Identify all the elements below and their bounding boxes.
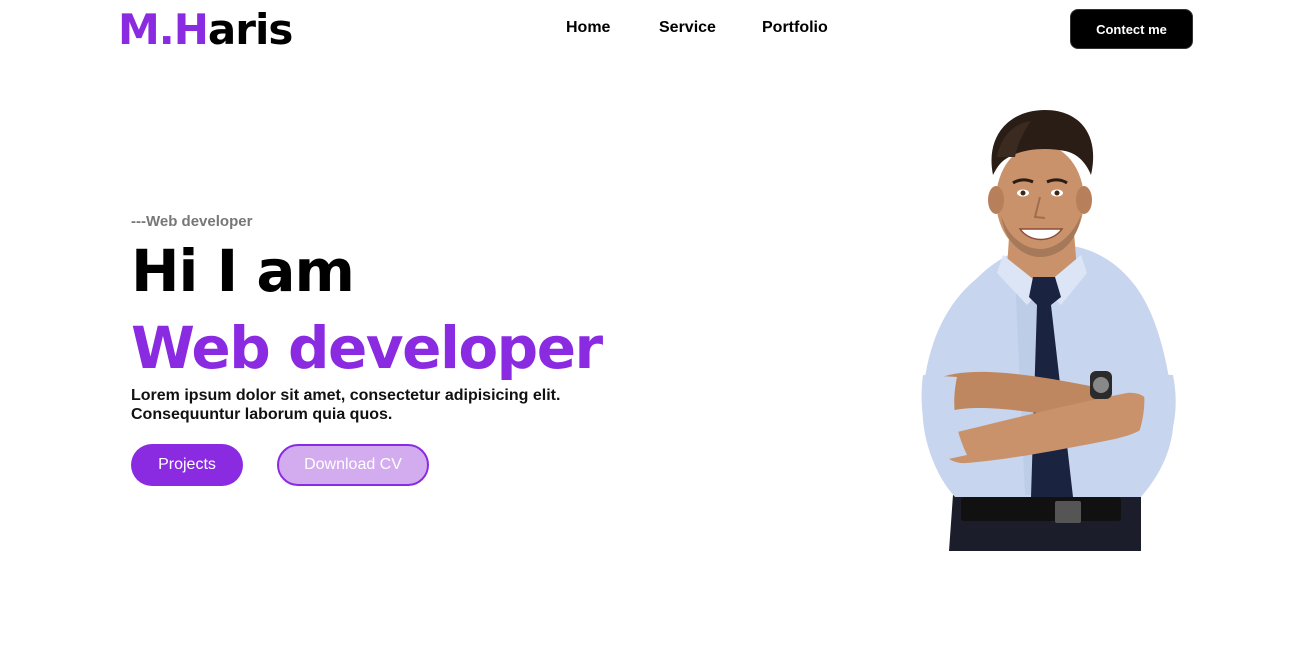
hero-subtitle: ---Web developer bbox=[131, 213, 253, 230]
contact-button[interactable]: Contect me bbox=[1070, 9, 1193, 49]
nav-home-link[interactable]: Home bbox=[566, 19, 610, 37]
profile-photo bbox=[921, 110, 1176, 551]
download-cv-button[interactable]: Download CV bbox=[277, 444, 429, 486]
belt bbox=[961, 497, 1121, 521]
nav-portfolio-link[interactable]: Portfolio bbox=[762, 19, 828, 37]
nav-service-link[interactable]: Service bbox=[659, 19, 716, 37]
projects-button[interactable]: Projects bbox=[131, 444, 243, 486]
logo-accent-text: M.H bbox=[118, 5, 209, 54]
hero-role: Web developer bbox=[131, 314, 603, 382]
hero-description: Lorem ipsum dolor sit amet, consectetur … bbox=[131, 387, 561, 423]
hero-heading: Hi I am bbox=[131, 237, 355, 305]
logo[interactable]: M.Haris bbox=[118, 4, 293, 56]
logo-text: aris bbox=[207, 5, 293, 54]
